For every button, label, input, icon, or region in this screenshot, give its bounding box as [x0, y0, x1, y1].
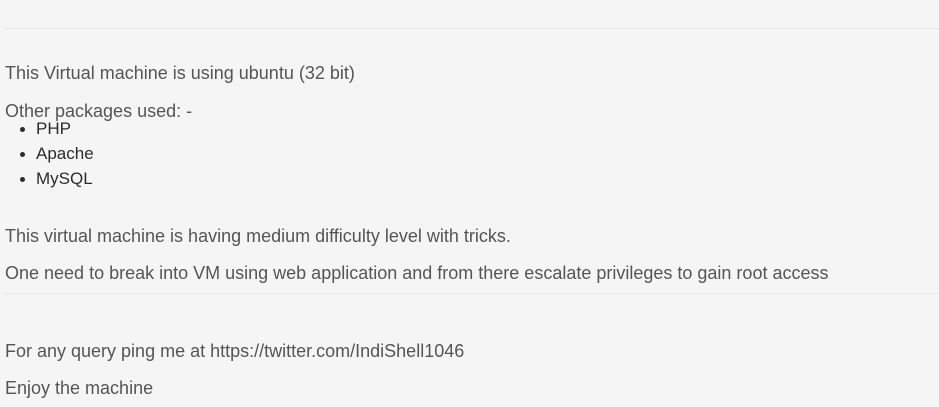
- section-divider: [4, 293, 939, 294]
- top-divider: [4, 28, 939, 29]
- package-name: PHP: [36, 119, 71, 138]
- bullet-icon: [20, 177, 25, 182]
- bullet-icon: [20, 152, 25, 157]
- goal-description: One need to break into VM using web appl…: [5, 263, 829, 283]
- os-description: This Virtual machine is using ubuntu (32…: [5, 63, 355, 83]
- list-item: MySQL: [0, 168, 94, 193]
- list-item: PHP: [0, 118, 94, 143]
- closing-line: Enjoy the machine: [5, 378, 154, 398]
- package-name: MySQL: [36, 169, 93, 188]
- bullet-icon: [20, 127, 25, 132]
- contact-line: For any query ping me at https://twitter…: [5, 341, 465, 361]
- package-name: Apache: [36, 144, 94, 163]
- list-item: Apache: [0, 143, 94, 168]
- packages-list: PHP Apache MySQL: [0, 118, 94, 193]
- difficulty-description: This virtual machine is having medium di…: [5, 226, 511, 246]
